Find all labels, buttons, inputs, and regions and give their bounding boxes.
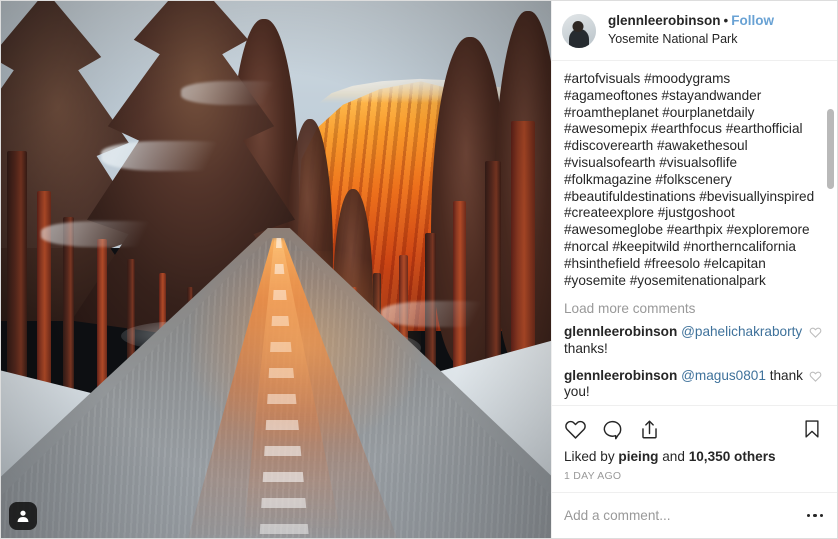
comments-scrollbar[interactable]: [827, 63, 834, 403]
heart-icon: [565, 420, 586, 439]
scrollbar-thumb[interactable]: [827, 109, 834, 189]
comment-item: glennleerobinson @magus0801 thank you!: [564, 368, 825, 401]
post-timestamp: 1 DAY AGO: [564, 470, 622, 482]
separator-dot: •: [723, 13, 729, 29]
instagram-post: glennleerobinson • Follow Yosemite Nationa…: [0, 0, 838, 539]
comment-item: glennleerobinson @pahelichakraborty than…: [564, 324, 825, 357]
share-icon: [642, 420, 657, 438]
heart-icon: [809, 371, 822, 382]
comment-button[interactable]: [601, 418, 624, 441]
likes-summary: Liked by pieing and 10,350 others: [564, 449, 825, 464]
post-caption: #artofvisuals #moodygrams #agameoftones …: [564, 71, 815, 288]
dot: [806, 513, 810, 518]
header-text-block: glennleerobinson • Follow Yosemite Nationa…: [608, 13, 774, 48]
likes-suffix[interactable]: others: [730, 449, 776, 464]
save-button[interactable]: [801, 418, 823, 440]
bookmark-icon: [805, 420, 819, 438]
heart-icon: [809, 327, 822, 339]
comment-mention[interactable]: @pahelichakraborty: [681, 324, 802, 339]
comment-mention[interactable]: @magus0801: [681, 368, 766, 383]
action-icon-row: [564, 414, 825, 444]
comment-like-button[interactable]: [809, 370, 825, 388]
comment-author[interactable]: glennleerobinson: [564, 324, 677, 339]
post-location[interactable]: Yosemite National Park: [608, 32, 774, 48]
follow-button[interactable]: Follow: [731, 13, 774, 28]
comment-body-text: thanks!: [564, 340, 608, 356]
add-comment-bar: [552, 492, 837, 538]
post-author-username[interactable]: glennleerobinson: [608, 13, 721, 28]
likes-middle: and: [658, 449, 689, 464]
caption-and-comments-scroll[interactable]: #artofvisuals #moodygrams #agameoftones …: [552, 61, 837, 405]
avatar-head: [572, 20, 584, 32]
likes-count[interactable]: 10,350: [689, 449, 731, 464]
comment-text: glennleerobinson @pahelichakraborty than…: [564, 324, 809, 357]
photo-canvas: [1, 1, 551, 538]
likes-prefix: Liked by: [564, 449, 619, 464]
header-username-row: glennleerobinson • Follow: [608, 13, 774, 30]
post-actions: Liked by pieing and 10,350 others 1 DAY …: [552, 405, 837, 492]
tagged-people-badge[interactable]: [9, 502, 37, 530]
avatar-body: [569, 29, 589, 48]
comment-author[interactable]: glennleerobinson: [564, 368, 677, 383]
post-sidebar: glennleerobinson • Follow Yosemite Nationa…: [551, 1, 837, 538]
like-button[interactable]: [564, 418, 587, 441]
dot: [819, 513, 823, 518]
liker-username[interactable]: pieing: [618, 449, 658, 464]
load-more-comments-button[interactable]: Load more comments: [564, 301, 825, 316]
person-icon: [17, 510, 29, 522]
avatar[interactable]: [562, 13, 596, 48]
post-header: glennleerobinson • Follow Yosemite Nationa…: [552, 1, 837, 61]
speech-bubble-icon: [603, 420, 622, 439]
post-options-button[interactable]: [805, 508, 826, 524]
add-comment-input[interactable]: [564, 508, 805, 523]
dot: [813, 513, 817, 518]
post-photo[interactable]: [1, 1, 551, 538]
share-button[interactable]: [638, 418, 661, 441]
comment-text: glennleerobinson @magus0801 thank you!: [564, 368, 809, 401]
comment-like-button[interactable]: [809, 326, 825, 344]
